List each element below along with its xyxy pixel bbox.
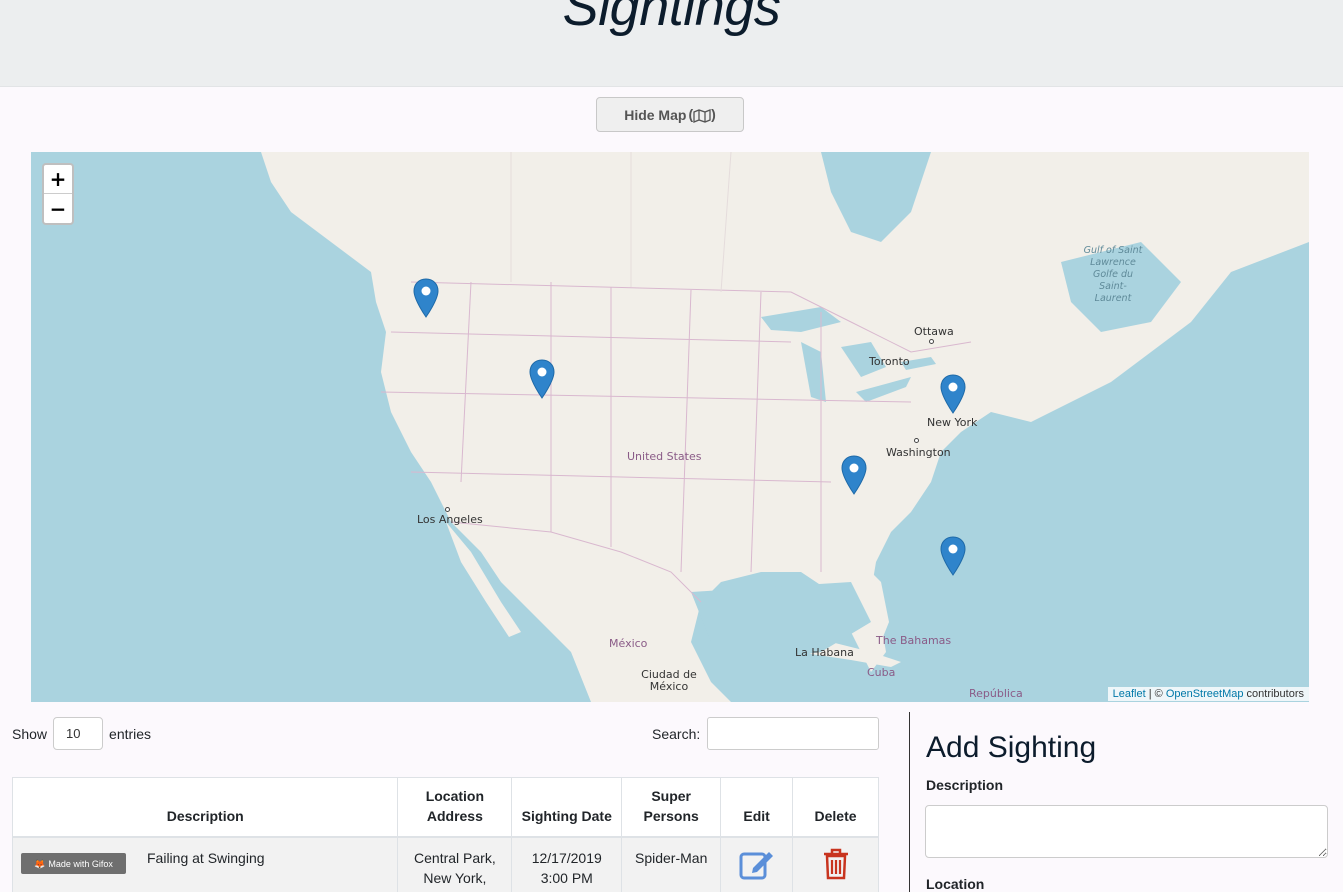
- leaflet-link[interactable]: Leaflet: [1113, 688, 1146, 700]
- map-label-the-bahamas: The Bahamas: [876, 634, 952, 647]
- map-label-gulf-st-lawrence: Gulf of Saint Lawrence Golfe du Saint-La…: [1083, 245, 1143, 304]
- header-delete: Delete: [792, 777, 879, 838]
- header-sighting-date[interactable]: Sighting Date: [511, 777, 623, 838]
- location-label: Location: [926, 876, 985, 892]
- map-label-united-states: United States: [627, 450, 702, 463]
- page-title: Sightings: [562, 0, 781, 37]
- gifox-badge-text: Made with Gifox: [48, 858, 113, 869]
- cell-edit: [720, 836, 794, 892]
- show-label: Show: [12, 725, 48, 742]
- map-label-republica: República: [969, 687, 1023, 700]
- add-sighting-title: Add Sighting: [926, 731, 1097, 764]
- edit-icon[interactable]: [739, 848, 775, 885]
- map-label-washington: Washington: [886, 446, 951, 459]
- map-label-los-angeles: Los Angeles: [417, 513, 483, 526]
- cell-description: 🦊 Made with Gifox Failing at Swinging: [11, 836, 399, 892]
- header-super-persons[interactable]: Super Persons: [621, 777, 722, 838]
- header-description[interactable]: Description: [11, 777, 399, 838]
- zoom-out-button[interactable]: −: [44, 194, 72, 223]
- map-marker[interactable]: [413, 278, 439, 318]
- marker-pin-icon: [940, 536, 966, 576]
- sightings-table: Description Location Address Sighting Da…: [11, 777, 879, 892]
- map-basemap: [261, 152, 1309, 702]
- description-field[interactable]: [925, 805, 1328, 858]
- attribution-suffix: contributors: [1243, 688, 1304, 700]
- map-label-ciudad-de-mexico: Ciudad de México: [641, 668, 697, 693]
- fox-icon: 🦊: [34, 858, 46, 869]
- map-label-la-habana: La Habana: [795, 646, 854, 659]
- map-label-ottawa: Ottawa: [914, 325, 954, 338]
- marker-pin-icon: [413, 278, 439, 318]
- table-row: 🦊 Made with Gifox Failing at Swinging Cen…: [11, 836, 879, 892]
- city-dot: [914, 438, 919, 443]
- map-label-toronto: Toronto: [869, 355, 910, 368]
- cell-date: 12/17/2019 3:00 PM: [511, 836, 623, 892]
- panel-divider: [909, 712, 910, 892]
- attribution-separator: | ©: [1145, 688, 1166, 700]
- zoom-in-button[interactable]: +: [44, 165, 72, 194]
- marker-pin-icon: [841, 455, 867, 495]
- map-marker[interactable]: [841, 455, 867, 495]
- page-header: Sightings: [0, 0, 1343, 87]
- zoom-control: + −: [42, 163, 74, 225]
- city-dot: [445, 507, 450, 512]
- map-marker[interactable]: [940, 374, 966, 414]
- map-label-cuba: Cuba: [867, 666, 896, 679]
- hide-map-label: Hide Map: [624, 106, 687, 123]
- marker-pin-icon: [529, 359, 555, 399]
- header-location-address[interactable]: Location Address: [397, 777, 513, 838]
- table-header-row: Description Location Address Sighting Da…: [11, 777, 879, 838]
- header-edit: Edit: [720, 777, 794, 838]
- entries-select[interactable]: 10: [53, 717, 104, 750]
- cell-address: Central Park, New York, 10022: [397, 836, 513, 892]
- search-label: Search:: [652, 725, 701, 742]
- search-input[interactable]: [707, 717, 880, 750]
- map-icon: (): [688, 106, 716, 123]
- cell-super-persons: Spider-Man: [621, 836, 722, 892]
- map-marker[interactable]: [940, 536, 966, 576]
- entries-label: entries: [109, 725, 152, 742]
- map-marker[interactable]: [529, 359, 555, 399]
- gifox-badge: 🦊 Made with Gifox: [21, 853, 126, 874]
- hide-map-button[interactable]: Hide Map (): [596, 97, 744, 132]
- openstreetmap-link[interactable]: OpenStreetMap: [1166, 688, 1244, 700]
- map-label-mexico: México: [609, 637, 648, 650]
- marker-pin-icon: [940, 374, 966, 414]
- map-attribution: Leaflet | © OpenStreetMap contributors: [1107, 687, 1309, 701]
- map-label-new-york: New York: [927, 416, 978, 429]
- sightings-map[interactable]: Ottawa Toronto New York Washington Unite…: [31, 152, 1309, 702]
- trash-icon[interactable]: [822, 848, 850, 885]
- show-entries-control: Show 10 entries: [12, 717, 151, 750]
- cell-delete: [792, 836, 879, 892]
- table-search: Search:: [652, 717, 880, 750]
- city-dot: [929, 339, 934, 344]
- description-text: Failing at Swinging: [147, 850, 265, 866]
- description-label: Description: [926, 777, 1004, 793]
